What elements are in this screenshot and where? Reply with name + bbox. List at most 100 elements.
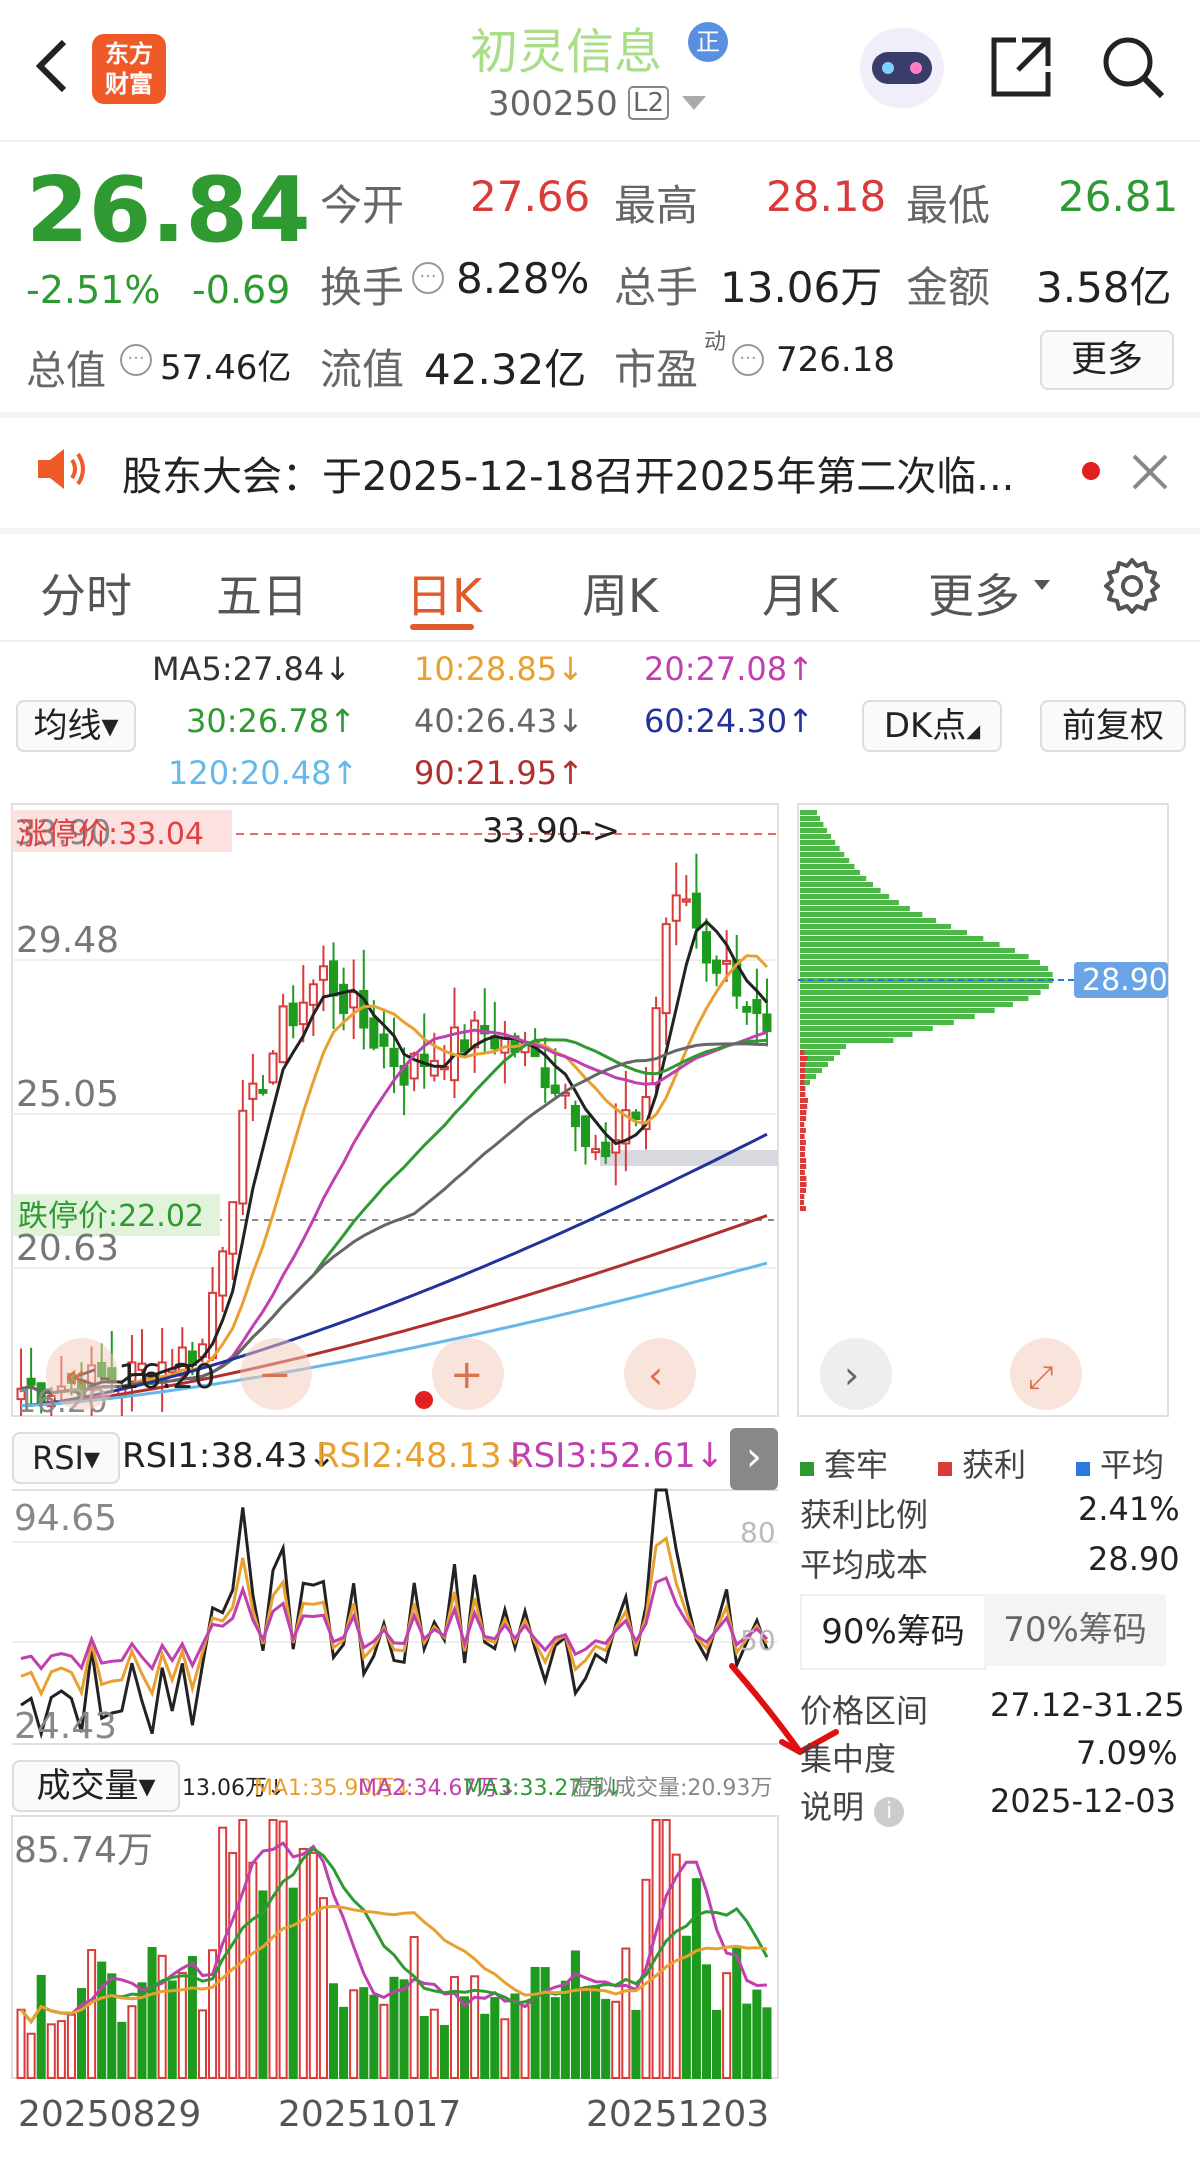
adjust-price-button[interactable]: 前复权 [1040, 700, 1186, 752]
tab-wuri[interactable]: 五日 [216, 560, 308, 626]
chip-bar [800, 1044, 846, 1049]
zoom-in-button[interactable]: + [432, 1338, 504, 1410]
volume-bar [147, 1946, 157, 2080]
profit-ratio-label: 获利比例 [800, 1496, 929, 1534]
rsi-y-label-min: 24.43 [14, 1706, 117, 1747]
candlestick [328, 942, 339, 1029]
pe-info-icon[interactable]: ··· [732, 344, 764, 376]
chip-bar-profit [800, 1050, 805, 1055]
search-icon[interactable] [1100, 34, 1166, 100]
tab-more[interactable]: 更多 [928, 560, 1020, 626]
chip-bar-profit [800, 1182, 807, 1187]
volume-bar [339, 2006, 349, 2079]
description-value: 2025-12-03 [990, 1782, 1176, 1820]
chip-bar-profit [800, 1086, 806, 1091]
open-value: 27.66 [470, 172, 591, 221]
candlestick [591, 1134, 601, 1161]
volume-bar [97, 1961, 107, 2079]
chip-bar [800, 948, 1015, 953]
indicator-next-button[interactable]: › [730, 1428, 778, 1490]
volume-bar [591, 1986, 601, 2080]
candlestick [742, 1001, 752, 1025]
volume-bar [117, 2021, 127, 2079]
candlestick [449, 987, 460, 1098]
amount-value: 3.58亿 [1036, 263, 1172, 312]
chip-tab-70[interactable]: 70%筹码 [984, 1594, 1166, 1666]
unread-dot [1082, 462, 1100, 480]
chip-bar-profit [800, 1080, 805, 1085]
share-icon[interactable] [988, 34, 1054, 100]
chip-tab-90[interactable]: 90%筹码 [800, 1594, 986, 1670]
tab-fenshi[interactable]: 分时 [40, 560, 132, 626]
chip-bar-profit [800, 1170, 805, 1175]
chip-bar [800, 1014, 975, 1019]
tab-rik[interactable]: 日K [406, 560, 482, 626]
chip-bar-profit [800, 1074, 805, 1079]
code-dropdown-icon[interactable] [682, 96, 706, 110]
notice-text[interactable]: 股东大会：于2025-12-18召开2025年第二次临... [122, 444, 1052, 502]
candlestick [560, 1083, 570, 1110]
volume-bar [278, 1820, 288, 2079]
candlestick [681, 875, 691, 907]
volume-bar [66, 2013, 76, 2079]
candlestick [641, 1066, 651, 1150]
candlestick [671, 862, 681, 946]
volume-bar [722, 1972, 732, 2080]
volume-bar [540, 1967, 550, 2080]
tab-yuek[interactable]: 月K [762, 560, 838, 626]
x-label-1: 20250829 [18, 2094, 201, 2135]
volume-bar [369, 1994, 379, 2079]
volume-bar [550, 1997, 560, 2080]
candlestick [580, 1115, 591, 1165]
tab-zhouk[interactable]: 周K [582, 560, 658, 626]
chip-bar-profit [800, 1056, 808, 1061]
event-dot[interactable] [415, 1391, 433, 1409]
chip-bar [800, 978, 1053, 983]
svg-text:«: « [64, 1356, 86, 1397]
x-label-2: 20251017 [278, 2094, 461, 2135]
volume-bar [167, 1980, 177, 2079]
volume-bar [258, 1890, 268, 2079]
close-icon[interactable] [1130, 452, 1170, 492]
dk-point-button[interactable]: DK点◢ [862, 700, 1002, 752]
stock-badge: 正 [688, 22, 728, 62]
back-icon[interactable] [26, 36, 76, 96]
volume-bar [318, 1897, 328, 2080]
price-range-value: 27.12-31.25 [990, 1686, 1185, 1724]
turnover-label: 换手 [320, 263, 405, 312]
chip-next-button[interactable]: › [820, 1338, 892, 1410]
info-icon[interactable]: i [874, 1797, 905, 1827]
volume-bar [46, 2023, 56, 2079]
ma120-label: 120:20.48↑ [168, 754, 359, 792]
rewind-button[interactable]: « [46, 1338, 118, 1410]
candlestick [712, 955, 722, 987]
volume-value: 13.06万 [720, 263, 883, 312]
rsi-ref-50: 50 [740, 1624, 776, 1657]
ma90-label: 90:21.95↑ [414, 754, 584, 792]
volume-bar [36, 1974, 46, 2080]
turnover-value: 8.28% [456, 254, 590, 303]
zoom-out-button[interactable]: − [240, 1338, 312, 1410]
rsi-selector[interactable]: RSI▾ [12, 1432, 120, 1484]
robot-assistant-icon[interactable] [860, 28, 944, 108]
chip-bar [800, 852, 845, 857]
settings-gear-icon[interactable] [1102, 556, 1162, 616]
volume-bar [621, 1947, 631, 2079]
chip-bar [800, 906, 910, 911]
candlestick [379, 1011, 389, 1069]
volume-bar [661, 1819, 671, 2079]
volume-selector[interactable]: 成交量▾ [12, 1760, 180, 1812]
volume-bar [601, 1998, 611, 2080]
chip-bar [800, 864, 855, 869]
ma-selector[interactable]: 均线▾ [16, 700, 136, 752]
turnover-info-icon[interactable]: ··· [412, 262, 444, 294]
chip-bar-profit [800, 1194, 805, 1199]
more-button[interactable]: 更多 [1040, 330, 1174, 390]
chip-bar [800, 810, 817, 815]
high-value: 28.18 [766, 172, 887, 221]
scroll-left-button[interactable]: ‹ [624, 1338, 696, 1410]
ma5-label: MA5:27.84↓ [152, 650, 352, 688]
total-value-info-icon[interactable]: ··· [120, 344, 152, 376]
current-price: 26.84 [26, 158, 311, 263]
chip-expand-button[interactable]: ⤢ [1010, 1338, 1082, 1410]
